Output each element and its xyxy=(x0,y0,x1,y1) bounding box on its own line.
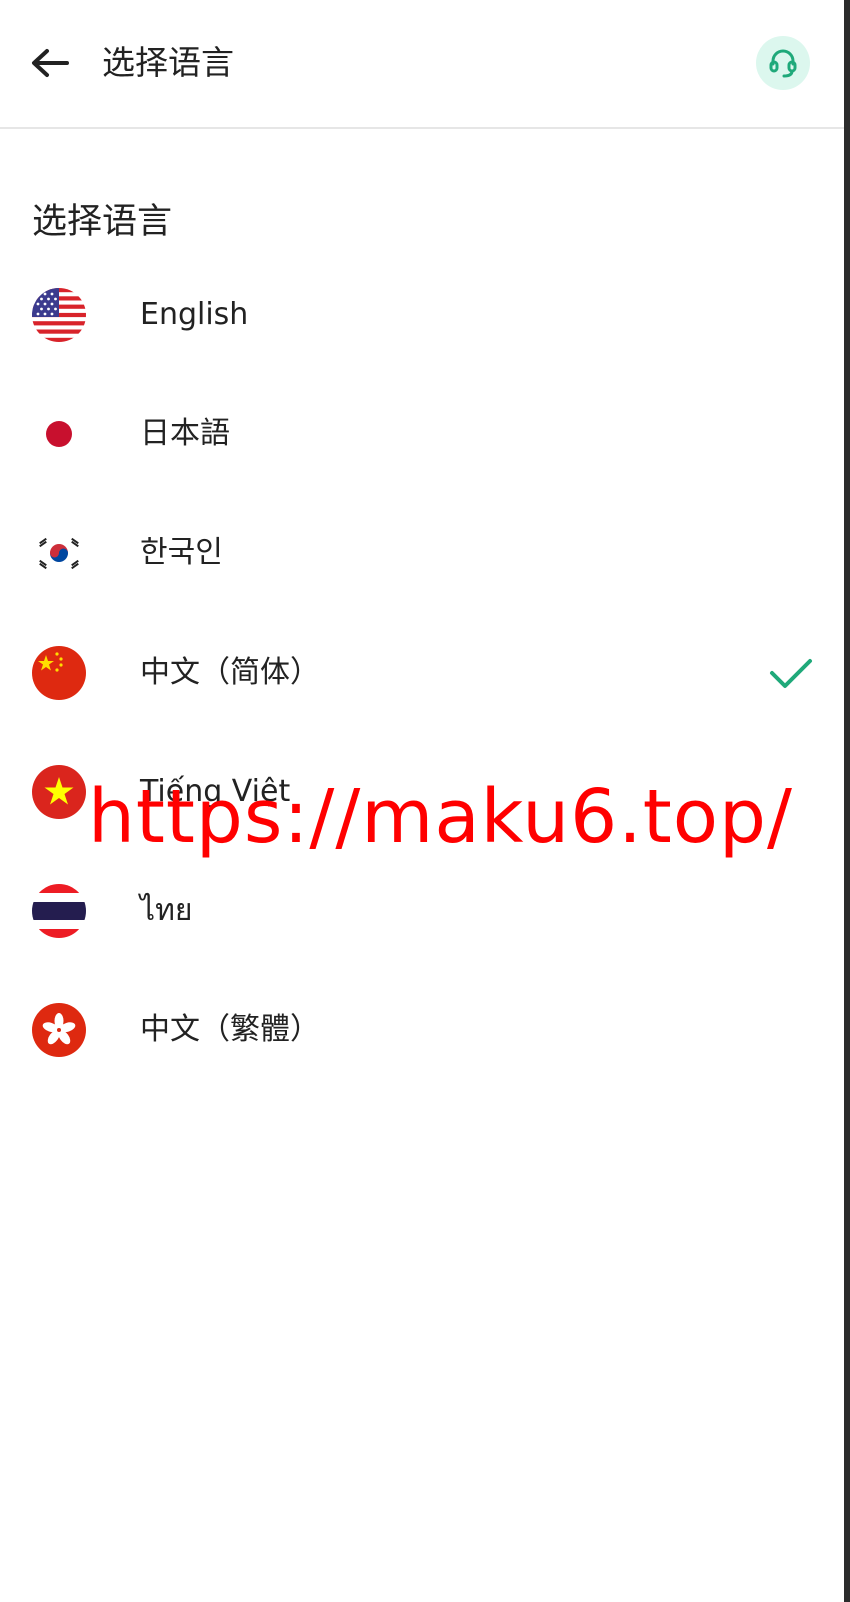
language-label: 中文（繁體） xyxy=(140,1012,320,1047)
language-label: 한국인 xyxy=(140,535,223,570)
language-option-japanese[interactable]: 日本語 xyxy=(0,384,844,484)
checkmark-icon xyxy=(770,659,812,688)
th-flag-icon xyxy=(32,884,86,938)
jp-flag-icon xyxy=(32,407,86,461)
language-option-chinese-traditional[interactable]: 中文（繁體） xyxy=(0,980,844,1080)
hk-flag-icon xyxy=(32,1003,86,1057)
language-label: English xyxy=(140,297,249,332)
language-option-english[interactable]: English xyxy=(0,265,844,365)
language-option-thai[interactable]: ไทย xyxy=(0,861,844,961)
language-label: ไทย xyxy=(140,893,193,928)
language-option-korean[interactable]: 한국인 xyxy=(0,503,844,603)
language-screen: 选择语言 选择语言 English 日本語 한국인 中文（简体） Tiếng V… xyxy=(0,0,844,1602)
screen-edge xyxy=(844,0,850,1602)
language-option-chinese-simplified[interactable]: 中文（简体） xyxy=(0,623,844,723)
vn-flag-icon xyxy=(32,765,86,819)
language-label: 日本語 xyxy=(140,416,230,451)
us-flag-icon xyxy=(32,288,86,342)
watermark-text: https://maku6.top/ xyxy=(88,774,793,860)
language-label: 中文（简体） xyxy=(140,655,320,690)
cn-flag-icon xyxy=(32,646,86,700)
kr-flag-icon xyxy=(32,526,86,580)
